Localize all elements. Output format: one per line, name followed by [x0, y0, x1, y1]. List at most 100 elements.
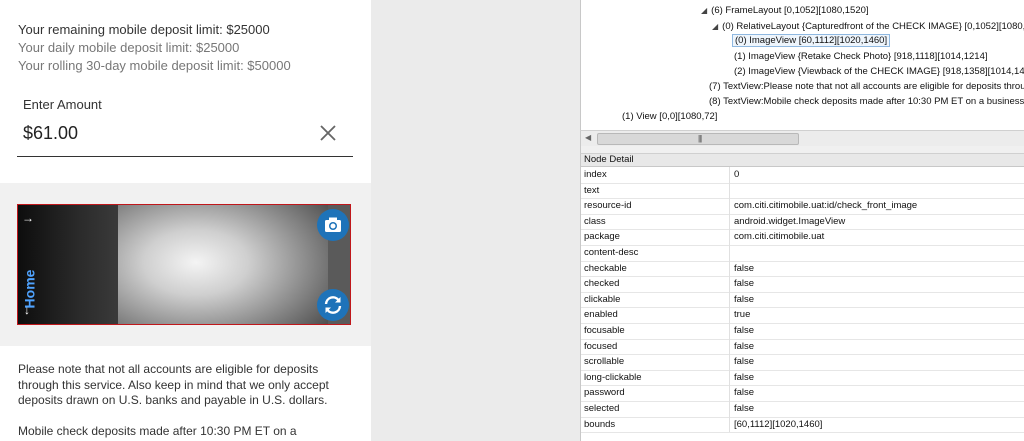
tree-node-framelayout[interactable]: ◢ (6) FrameLayout [0,1052][1080,1520] [701, 5, 869, 16]
detail-row[interactable]: clickable false [581, 291, 1024, 309]
detail-key: clickable [584, 293, 621, 305]
detail-value: false [734, 340, 755, 352]
node-detail-title: Node Detail [581, 154, 1024, 167]
daily-limit-text: Your daily mobile deposit limit: $25000 [18, 40, 240, 55]
detail-row[interactable]: checkable false [581, 260, 1024, 278]
amount-underline [17, 156, 353, 157]
column-divider [729, 401, 730, 417]
detail-value: false [734, 262, 755, 274]
amount-label: Enter Amount [23, 97, 102, 112]
tree-node-textview-note[interactable]: (7) TextView:Please note that not all ac… [709, 81, 1024, 92]
detail-value: false [734, 371, 755, 383]
detail-key: index [584, 169, 607, 180]
empty-panel [371, 0, 580, 441]
column-divider [729, 167, 730, 183]
detail-key: checkable [584, 262, 627, 274]
arrow-right-icon: → [22, 211, 34, 225]
tree-node-imageview-viewback[interactable]: (2) ImageView {Viewback of the CHECK IMA… [734, 66, 1024, 77]
remaining-limit-text: Your remaining mobile deposit limit: $25… [18, 22, 270, 37]
detail-row[interactable]: checked false [581, 276, 1024, 293]
detail-value: false [734, 387, 755, 399]
scrollbar-thumb[interactable]: ||| [597, 133, 799, 145]
tree-node-relativelayout[interactable]: ◢ (0) RelativeLayout {Capturedfront of th… [712, 21, 1024, 32]
detail-key: enabled [584, 309, 618, 321]
detail-key: selected [584, 403, 620, 414]
tree-node-view[interactable]: (1) View [0,0][1080,72] [622, 111, 717, 122]
column-divider [729, 323, 730, 339]
check-photo-glare [88, 205, 328, 324]
horizontal-scrollbar[interactable]: ◀ ||| [580, 130, 1024, 147]
detail-row[interactable]: password false [581, 385, 1024, 402]
camera-icon[interactable] [317, 209, 349, 241]
hierarchy-tree: ◢ (6) FrameLayout [0,1052][1080,1520] ◢ (0… [580, 0, 1024, 130]
detail-row[interactable]: resource-id com.citi.citimobile.uat:id/ch… [581, 198, 1024, 215]
detail-value: false [734, 293, 755, 305]
detail-row[interactable]: index 0 [581, 167, 1024, 184]
panel-splitter[interactable] [580, 146, 1024, 154]
detail-key: class [584, 215, 606, 227]
column-divider [729, 198, 730, 214]
rolling-limit-text: Your rolling 30-day mobile deposit limit… [18, 58, 291, 73]
detail-row[interactable]: bounds [60,1112][1020,1460] [581, 416, 1024, 434]
detail-key: focusable [584, 325, 625, 336]
deposit-limits-section: Your remaining mobile deposit limit: $25… [0, 0, 371, 183]
node-detail-panel: Node Detail index 0 text resource-id com.cit… [580, 154, 1024, 441]
detail-row[interactable]: long-clickable false [581, 369, 1024, 387]
column-divider [729, 276, 730, 292]
column-divider [729, 229, 730, 245]
detail-row[interactable]: focusable false [581, 323, 1024, 340]
column-divider [729, 307, 730, 323]
scroll-left-icon[interactable]: ◀ [585, 133, 591, 142]
detail-key: bounds [584, 418, 616, 430]
column-divider [729, 416, 730, 433]
scroll-grip: ||| [698, 134, 702, 143]
detail-key: password [584, 387, 625, 399]
sync-icon[interactable] [317, 289, 349, 321]
detail-key: focused [584, 340, 618, 352]
detail-row[interactable]: class android.widget.ImageView [581, 213, 1024, 231]
deposit-notes: Please note that not all accounts are el… [0, 346, 371, 441]
detail-key: long-clickable [584, 371, 642, 383]
detail-value: com.citi.citimobile.uat:id/check_front_i… [734, 200, 918, 212]
column-divider [729, 291, 730, 308]
tree-node-textview-cutoff[interactable]: (8) TextView:Mobile check deposits made … [709, 96, 1024, 107]
detail-key: checked [584, 278, 620, 290]
arrow-down-icon: ↓ [24, 303, 30, 317]
column-divider [729, 385, 730, 401]
detail-value: false [734, 356, 755, 368]
detail-value: true [734, 309, 751, 321]
expanded-triangle-icon: ◢ [712, 22, 719, 31]
tree-node-imageview-selected[interactable]: (0) ImageView [60,1112][1020,1460] [732, 34, 891, 47]
column-divider [729, 354, 730, 370]
detail-key: text [584, 184, 600, 196]
detail-row[interactable]: enabled true [581, 307, 1024, 324]
column-divider [729, 182, 730, 199]
detail-key: scrollable [584, 356, 625, 368]
mobile-app-screen: Your remaining mobile deposit limit: $25… [0, 0, 371, 441]
detail-row[interactable]: selected false [581, 401, 1024, 418]
check-front-image[interactable]: → Home ↓ [17, 204, 351, 325]
tree-node-imageview-retake[interactable]: (1) ImageView {Retake Check Photo} [918,… [734, 51, 988, 62]
detail-value: android.widget.ImageView [734, 215, 846, 227]
detail-value: false [734, 403, 755, 414]
cutoff-note: Mobile check deposits made after 10:30 P… [18, 424, 297, 438]
close-icon[interactable] [318, 123, 338, 143]
detail-row[interactable]: text [581, 182, 1024, 200]
column-divider [729, 338, 730, 355]
detail-row[interactable]: package com.citi.citimobile.uat [581, 229, 1024, 246]
detail-value: 0 [734, 169, 740, 180]
detail-row[interactable]: scrollable false [581, 354, 1024, 371]
detail-row[interactable]: content-desc [581, 245, 1024, 262]
column-divider [729, 213, 730, 230]
detail-row[interactable]: focused false [581, 338, 1024, 356]
detail-key: package [584, 231, 620, 243]
detail-value: [60,1112][1020,1460] [734, 418, 823, 430]
detail-value: false [734, 325, 755, 336]
detail-value: false [734, 278, 755, 290]
expanded-triangle-icon: ◢ [701, 6, 708, 15]
column-divider [729, 245, 730, 261]
detail-key: content-desc [584, 247, 639, 258]
amount-input[interactable]: $61.00 [23, 123, 78, 144]
detail-key: resource-id [584, 200, 632, 212]
column-divider [729, 260, 730, 277]
